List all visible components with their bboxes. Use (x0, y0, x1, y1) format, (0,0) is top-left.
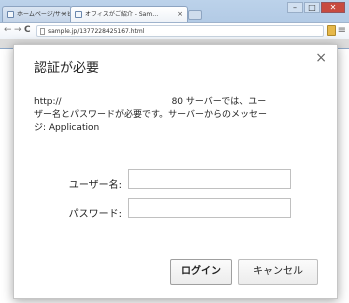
page-icon (40, 28, 45, 35)
screen: ホームページ/サービス… × オフィスがご紹介 - Sam… × – □ ✕ ←… (0, 0, 349, 303)
redacted-host (61, 96, 172, 107)
tab-homepage[interactable]: ホームページ/サービス… × (2, 6, 72, 22)
message-line-1: http:// 80 サーバーでは、ユー (34, 96, 326, 109)
reload-icon[interactable]: C (24, 24, 31, 37)
dialog-title: 認証が必要 (34, 61, 100, 76)
page-favicon-icon (7, 11, 14, 18)
message-url-prefix: http:// (34, 97, 62, 107)
password-label: パスワード: (68, 209, 122, 220)
new-tab-button[interactable] (188, 10, 202, 20)
auth-message: http:// 80 サーバーでは、ユー ザー名とパスワードが必要です。サーバーか… (34, 96, 326, 135)
page-favicon-icon (75, 11, 82, 18)
message-line1-suffix: 80 サーバーでは、ユー (171, 97, 267, 107)
back-arrow-icon[interactable]: ← (4, 24, 12, 37)
password-input[interactable] (128, 198, 291, 218)
username-input[interactable] (128, 169, 291, 189)
auth-dialog: 認証が必要 × http:// 80 サーバーでは、ユー ザー名とパスワードが必要… (13, 44, 338, 299)
tab-strip: ホームページ/サービス… × オフィスがご紹介 - Sam… × – □ ✕ (0, 0, 349, 22)
browser-window-chrome: ホームページ/サービス… × オフィスがご紹介 - Sam… × – □ ✕ ←… (0, 0, 349, 49)
tab-active[interactable]: オフィスがご紹介 - Sam… × (70, 6, 188, 22)
username-label: ユーザー名: (68, 180, 122, 191)
cancel-button[interactable]: キャンセル (238, 259, 318, 285)
message-line-3: ジ: Application (34, 123, 100, 133)
address-bar[interactable]: sample.jp/1377228425167.html (36, 25, 324, 37)
login-button[interactable]: ログイン (170, 259, 232, 285)
minimize-button[interactable]: – (287, 2, 303, 13)
tab-close-icon[interactable]: × (177, 7, 183, 22)
window-controls: – □ ✕ (287, 2, 345, 14)
forward-arrow-icon[interactable]: → (14, 24, 22, 37)
tab-close-icon[interactable]: × (61, 7, 67, 22)
close-icon[interactable]: × (315, 51, 327, 65)
address-url: sample.jp/1377228425167.html (48, 28, 145, 35)
browser-menu-icon[interactable]: ≡ (338, 23, 346, 38)
message-line-2: ザー名とパスワードが必要です。サーバーからのメッセー (34, 110, 268, 120)
maximize-button[interactable]: □ (304, 2, 320, 13)
browser-toolbar: ← → C sample.jp/1377228425167.html ≡ (0, 22, 349, 39)
extension-icon[interactable] (327, 25, 336, 36)
window-close-button[interactable]: ✕ (321, 2, 345, 13)
tab-label: オフィスがご紹介 - Sam… (85, 11, 159, 18)
